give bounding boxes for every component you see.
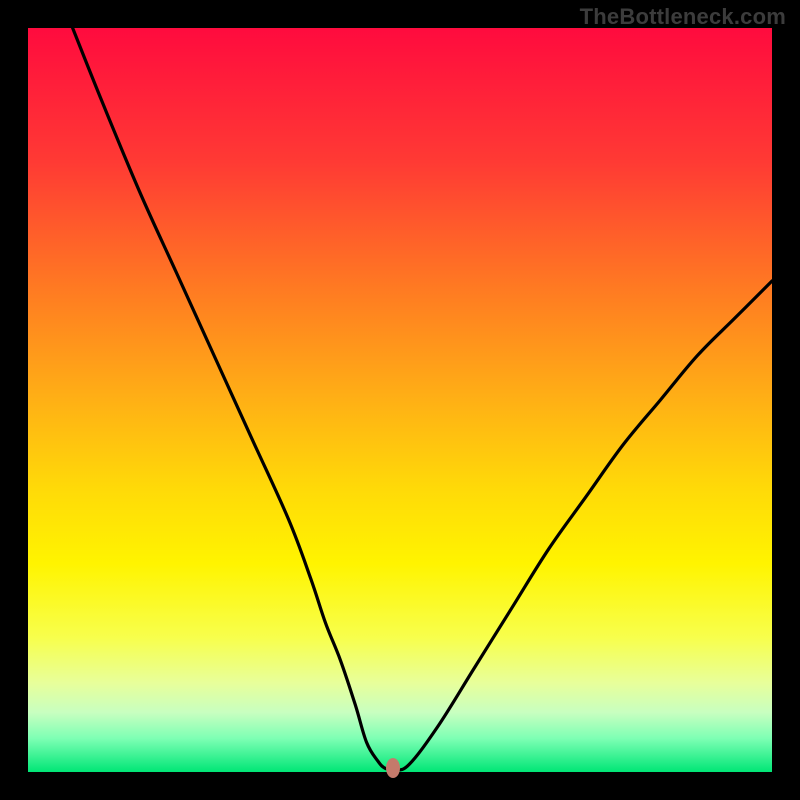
plot-area — [28, 28, 772, 772]
marker-dot — [386, 758, 400, 778]
bottleneck-curve — [28, 28, 772, 772]
chart-container: TheBottleneck.com — [0, 0, 800, 800]
watermark-text: TheBottleneck.com — [580, 4, 786, 30]
